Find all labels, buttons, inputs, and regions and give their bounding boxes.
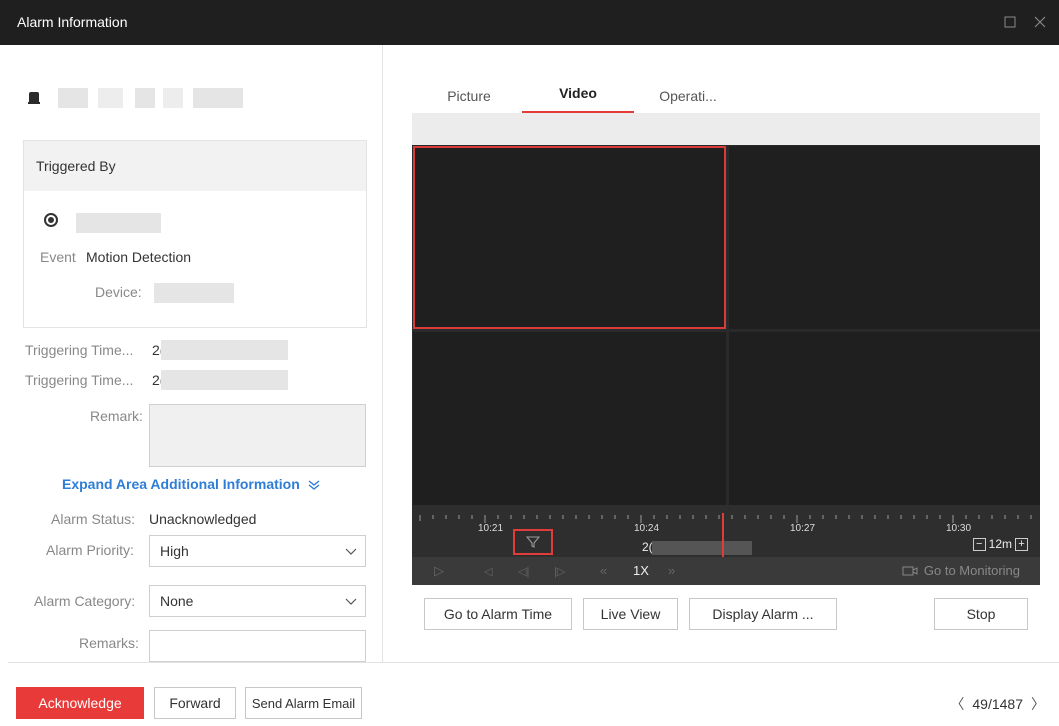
timeline-label: 10:27: [790, 523, 816, 534]
video-window[interactable]: [729, 146, 1040, 329]
alarm-status-label: Alarm Status:: [51, 511, 136, 527]
filter-icon: [526, 536, 540, 548]
alarm-details-panel: Triggered By Event Motion Detection Devi…: [8, 45, 383, 662]
event-value: Motion Detection: [86, 249, 192, 265]
step-forward-icon[interactable]: |▷: [554, 565, 565, 578]
device-label: Device:: [95, 284, 142, 300]
redacted-block: [161, 370, 288, 390]
alarm-priority-label: Alarm Priority:: [46, 542, 134, 558]
redacted-block: [154, 283, 234, 303]
timeline-label: 10:24: [634, 523, 660, 534]
alarm-category-select[interactable]: None: [149, 585, 366, 617]
alarm-status-value: Unacknowledged: [149, 511, 257, 527]
remarks-label: Remarks:: [79, 635, 139, 651]
triggered-by-heading: Triggered By: [24, 141, 366, 191]
window-title: Alarm Information: [17, 14, 128, 30]
video-window[interactable]: [413, 332, 726, 505]
alarm-category-label: Alarm Category:: [34, 593, 136, 609]
zoom-level: 12m: [988, 537, 1012, 551]
playback-timeline[interactable]: 10:21 10:24 10:27 10:30 2( − 12m +: [412, 505, 1040, 557]
expand-link-label: Expand Area Additional Information: [62, 476, 300, 492]
expand-additional-info-link[interactable]: Expand Area Additional Information: [62, 476, 320, 492]
alarm-category-value: None: [160, 593, 194, 609]
filter-button[interactable]: [513, 529, 553, 555]
redacted-block: [652, 541, 752, 555]
remark-label: Remark:: [90, 408, 143, 424]
double-chevron-down-icon: [308, 480, 320, 491]
triggering-time-label: Triggering Time...: [25, 372, 134, 388]
close-icon: [1034, 16, 1046, 28]
zoom-out-button[interactable]: −: [972, 537, 986, 551]
footer-bar: Acknowledge Forward Send Alarm Email 〈 4…: [8, 662, 1059, 726]
maximize-icon: [1004, 16, 1016, 28]
maximize-button[interactable]: [1000, 12, 1020, 32]
chevron-down-icon: [345, 548, 357, 555]
redacted-block: [163, 88, 183, 108]
forward-button[interactable]: Forward: [154, 687, 236, 719]
live-view-button[interactable]: Live View: [583, 598, 678, 630]
playback-controls: ▷ ◁ ◁| |▷ « 1X » Go to Monitoring: [412, 557, 1040, 585]
close-button[interactable]: [1030, 12, 1050, 32]
timeline-zoom: − 12m +: [972, 537, 1028, 551]
speed-up-icon[interactable]: »: [668, 563, 675, 578]
triggering-time-label: Triggering Time...: [25, 342, 134, 358]
video-toolbar: [412, 113, 1040, 145]
triggered-by-section: Triggered By Event Motion Detection Devi…: [23, 140, 367, 328]
video-window[interactable]: [729, 332, 1040, 505]
alarm-pager: 〈 49/1487 〉: [950, 694, 1045, 714]
go-to-monitoring-button[interactable]: Go to Monitoring: [902, 563, 1020, 578]
redacted-block: [58, 88, 88, 108]
title-bar: Alarm Information: [0, 0, 1059, 45]
tab-operation[interactable]: Operati...: [648, 77, 728, 113]
event-source-icon: [44, 213, 58, 227]
timeline-label: 10:30: [946, 523, 972, 534]
display-alarm-button[interactable]: Display Alarm ...: [689, 598, 837, 630]
camera-icon: [28, 91, 40, 105]
next-arrow-icon[interactable]: 〉: [1031, 694, 1045, 714]
redacted-block: [135, 88, 155, 108]
stop-button[interactable]: Stop: [934, 598, 1028, 630]
remark-field: [149, 404, 366, 467]
detail-tabs: Picture Video Operati...: [412, 77, 1040, 113]
acknowledge-button[interactable]: Acknowledge: [16, 687, 144, 719]
redacted-block: [98, 88, 123, 108]
video-window[interactable]: [413, 146, 726, 329]
chevron-down-icon: [345, 598, 357, 605]
tab-video[interactable]: Video: [522, 77, 634, 113]
redacted-block: [161, 340, 288, 360]
monitor-camera-icon: [902, 566, 918, 575]
alarm-priority-value: High: [160, 543, 189, 559]
step-back-icon[interactable]: ◁|: [518, 565, 529, 578]
event-label: Event: [40, 249, 76, 265]
video-player: 10:21 10:24 10:27 10:30 2( − 12m +: [412, 145, 1040, 557]
tab-picture[interactable]: Picture: [444, 77, 494, 113]
playback-speed: 1X: [633, 563, 649, 578]
zoom-in-button[interactable]: +: [1015, 537, 1028, 551]
redacted-block: [76, 213, 161, 233]
go-to-alarm-time-button[interactable]: Go to Alarm Time: [424, 598, 572, 630]
redacted-block: [193, 88, 243, 108]
alarm-priority-select[interactable]: High: [149, 535, 366, 567]
go-to-monitoring-label: Go to Monitoring: [923, 563, 1020, 578]
previous-arrow-icon[interactable]: 〈: [950, 694, 964, 714]
slow-down-icon[interactable]: «: [600, 563, 607, 578]
send-alarm-email-button[interactable]: Send Alarm Email: [245, 687, 362, 719]
pager-count: 49/1487: [972, 696, 1023, 712]
camera-name-row: [28, 88, 243, 108]
timeline-label: 10:21: [478, 523, 504, 534]
remarks-input[interactable]: [149, 630, 366, 662]
timeline-cursor[interactable]: [722, 513, 724, 557]
previous-frame-icon[interactable]: ◁: [484, 565, 492, 578]
play-icon[interactable]: ▷: [434, 563, 444, 579]
